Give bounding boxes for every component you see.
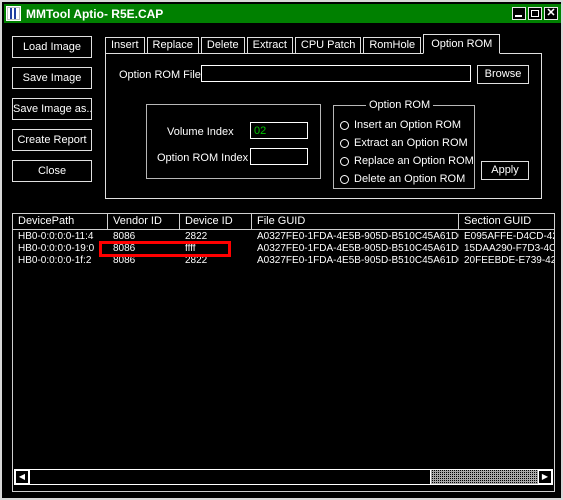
scroll-right-arrow-icon[interactable]: ▶ [538, 470, 552, 484]
device-table: DevicePath Vendor ID Device ID File GUID… [12, 213, 555, 492]
radio-replace-an-option-rom[interactable]: Replace an Option ROM [340, 155, 474, 167]
option-rom-index-label: Option ROM Index [157, 152, 249, 164]
cell-device-path: HB0-0:0:0:0-1f:2 [18, 255, 92, 266]
radio-label: Extract an Option ROM [354, 137, 468, 149]
minimize-icon[interactable] [512, 7, 526, 20]
sidebar: Load Image Save Image Save Image as.. Cr… [12, 36, 92, 191]
radio-extract-an-option-rom[interactable]: Extract an Option ROM [340, 137, 468, 149]
column-header-file-guid[interactable]: File GUID [252, 214, 459, 229]
cell-vendor-id: 8086 [113, 255, 136, 266]
cell-vendor-id: 8086 [113, 231, 136, 242]
apply-button[interactable]: Apply [481, 161, 529, 180]
table-body: HB0-0:0:0:0-11:4 8086 2822 A0327FE0-1FDA… [13, 231, 554, 267]
create-report-button[interactable]: Create Report [12, 129, 92, 151]
close-icon[interactable]: ✕ [544, 7, 558, 20]
table-row[interactable]: HB0-0:0:0:0-19:0 8086 ffff A0327FE0-1FDA… [13, 243, 554, 255]
radio-label: Insert an Option ROM [354, 119, 461, 131]
cell-section-guid: 20FEEBDE-E739-42 [464, 255, 554, 266]
tab-strip: Insert Replace Delete Extract CPU Patch … [105, 34, 501, 54]
save-image-button[interactable]: Save Image [12, 67, 92, 89]
table-row[interactable]: HB0-0:0:0:0-1f:2 8086 2822 A0327FE0-1FDA… [13, 255, 554, 267]
tab-extract[interactable]: Extract [246, 37, 293, 54]
window-controls: ✕ [512, 7, 558, 20]
option-rom-file-input[interactable] [201, 65, 471, 82]
column-header-section-guid[interactable]: Section GUID [459, 214, 554, 229]
tab-delete[interactable]: Delete [200, 37, 245, 54]
load-image-button[interactable]: Load Image [12, 36, 92, 58]
title-bar[interactable]: MMTool Aptio- R5E.CAP ✕ [4, 4, 561, 23]
radio-circle-icon [340, 156, 349, 166]
cell-device-id: 2822 [185, 255, 208, 266]
table-row[interactable]: HB0-0:0:0:0-11:4 8086 2822 A0327FE0-1FDA… [13, 231, 554, 243]
cell-vendor-id: 8086 [113, 243, 136, 254]
option-rom-group-legend: Option ROM [366, 99, 434, 111]
radio-delete-an-option-rom[interactable]: Delete an Option ROM [340, 173, 465, 185]
index-group-box: Volume Index Option ROM Index [146, 104, 321, 179]
volume-index-label: Volume Index [167, 126, 234, 138]
column-header-device-id[interactable]: Device ID [180, 214, 252, 229]
save-image-as-button[interactable]: Save Image as.. [12, 98, 92, 120]
column-header-device-path[interactable]: DevicePath [13, 214, 108, 229]
cell-file-guid: A0327FE0-1FDA-4E5B-905D-B510C45A61D0 [257, 255, 459, 266]
browse-button[interactable]: Browse [477, 65, 529, 84]
window-title: MMTool Aptio- R5E.CAP [26, 6, 164, 21]
app-grid-icon [6, 6, 21, 21]
radio-label: Delete an Option ROM [354, 173, 466, 185]
cell-device-path: HB0-0:0:0:0-11:4 [18, 231, 94, 242]
scroll-left-arrow-icon[interactable]: ◀ [15, 470, 29, 484]
option-rom-group-box: Option ROM Insert an Option ROM Extract … [333, 99, 475, 189]
radio-insert-an-option-rom[interactable]: Insert an Option ROM [340, 119, 461, 131]
tab-replace[interactable]: Replace [146, 37, 199, 54]
tab-option-rom[interactable]: Option ROM [423, 34, 501, 54]
radio-circle-icon [340, 120, 349, 130]
radio-circle-icon [340, 138, 349, 148]
horizontal-scrollbar[interactable]: ◀ ▶ [14, 469, 553, 485]
cell-device-path: HB0-0:0:0:0-19:0 [18, 243, 95, 254]
cell-section-guid: 15DAA290-F7D3-4C [464, 243, 554, 254]
cell-file-guid: A0327FE0-1FDA-4E5B-905D-B510C45A61D0 [257, 243, 459, 254]
radio-circle-icon [340, 174, 349, 184]
close-button[interactable]: Close [12, 160, 92, 182]
tab-insert[interactable]: Insert [105, 37, 145, 54]
option-rom-index-input[interactable] [250, 148, 308, 165]
option-rom-tab-panel: Option ROM File Browse Volume Index Opti… [105, 53, 542, 199]
cell-device-id: 2822 [185, 231, 208, 242]
cell-section-guid: E095AFFE-D4CD-42 [464, 231, 554, 242]
table-header-row: DevicePath Vendor ID Device ID File GUID… [13, 214, 554, 230]
column-header-vendor-id[interactable]: Vendor ID [108, 214, 180, 229]
radio-label: Replace an Option ROM [354, 155, 474, 167]
maximize-icon[interactable] [528, 7, 542, 20]
application-window: MMTool Aptio- R5E.CAP ✕ Load Image Save … [0, 0, 563, 500]
option-rom-file-label: Option ROM File [119, 69, 201, 81]
cell-device-id: ffff [185, 243, 196, 254]
cell-file-guid: A0327FE0-1FDA-4E5B-905D-B510C45A61D0 [257, 231, 459, 242]
scrollbar-track[interactable] [431, 470, 538, 484]
tab-cpu-patch[interactable]: CPU Patch [294, 37, 362, 54]
scrollbar-thumb[interactable] [29, 470, 431, 484]
tab-romhole[interactable]: RomHole [363, 37, 422, 54]
volume-index-input[interactable] [250, 122, 308, 139]
